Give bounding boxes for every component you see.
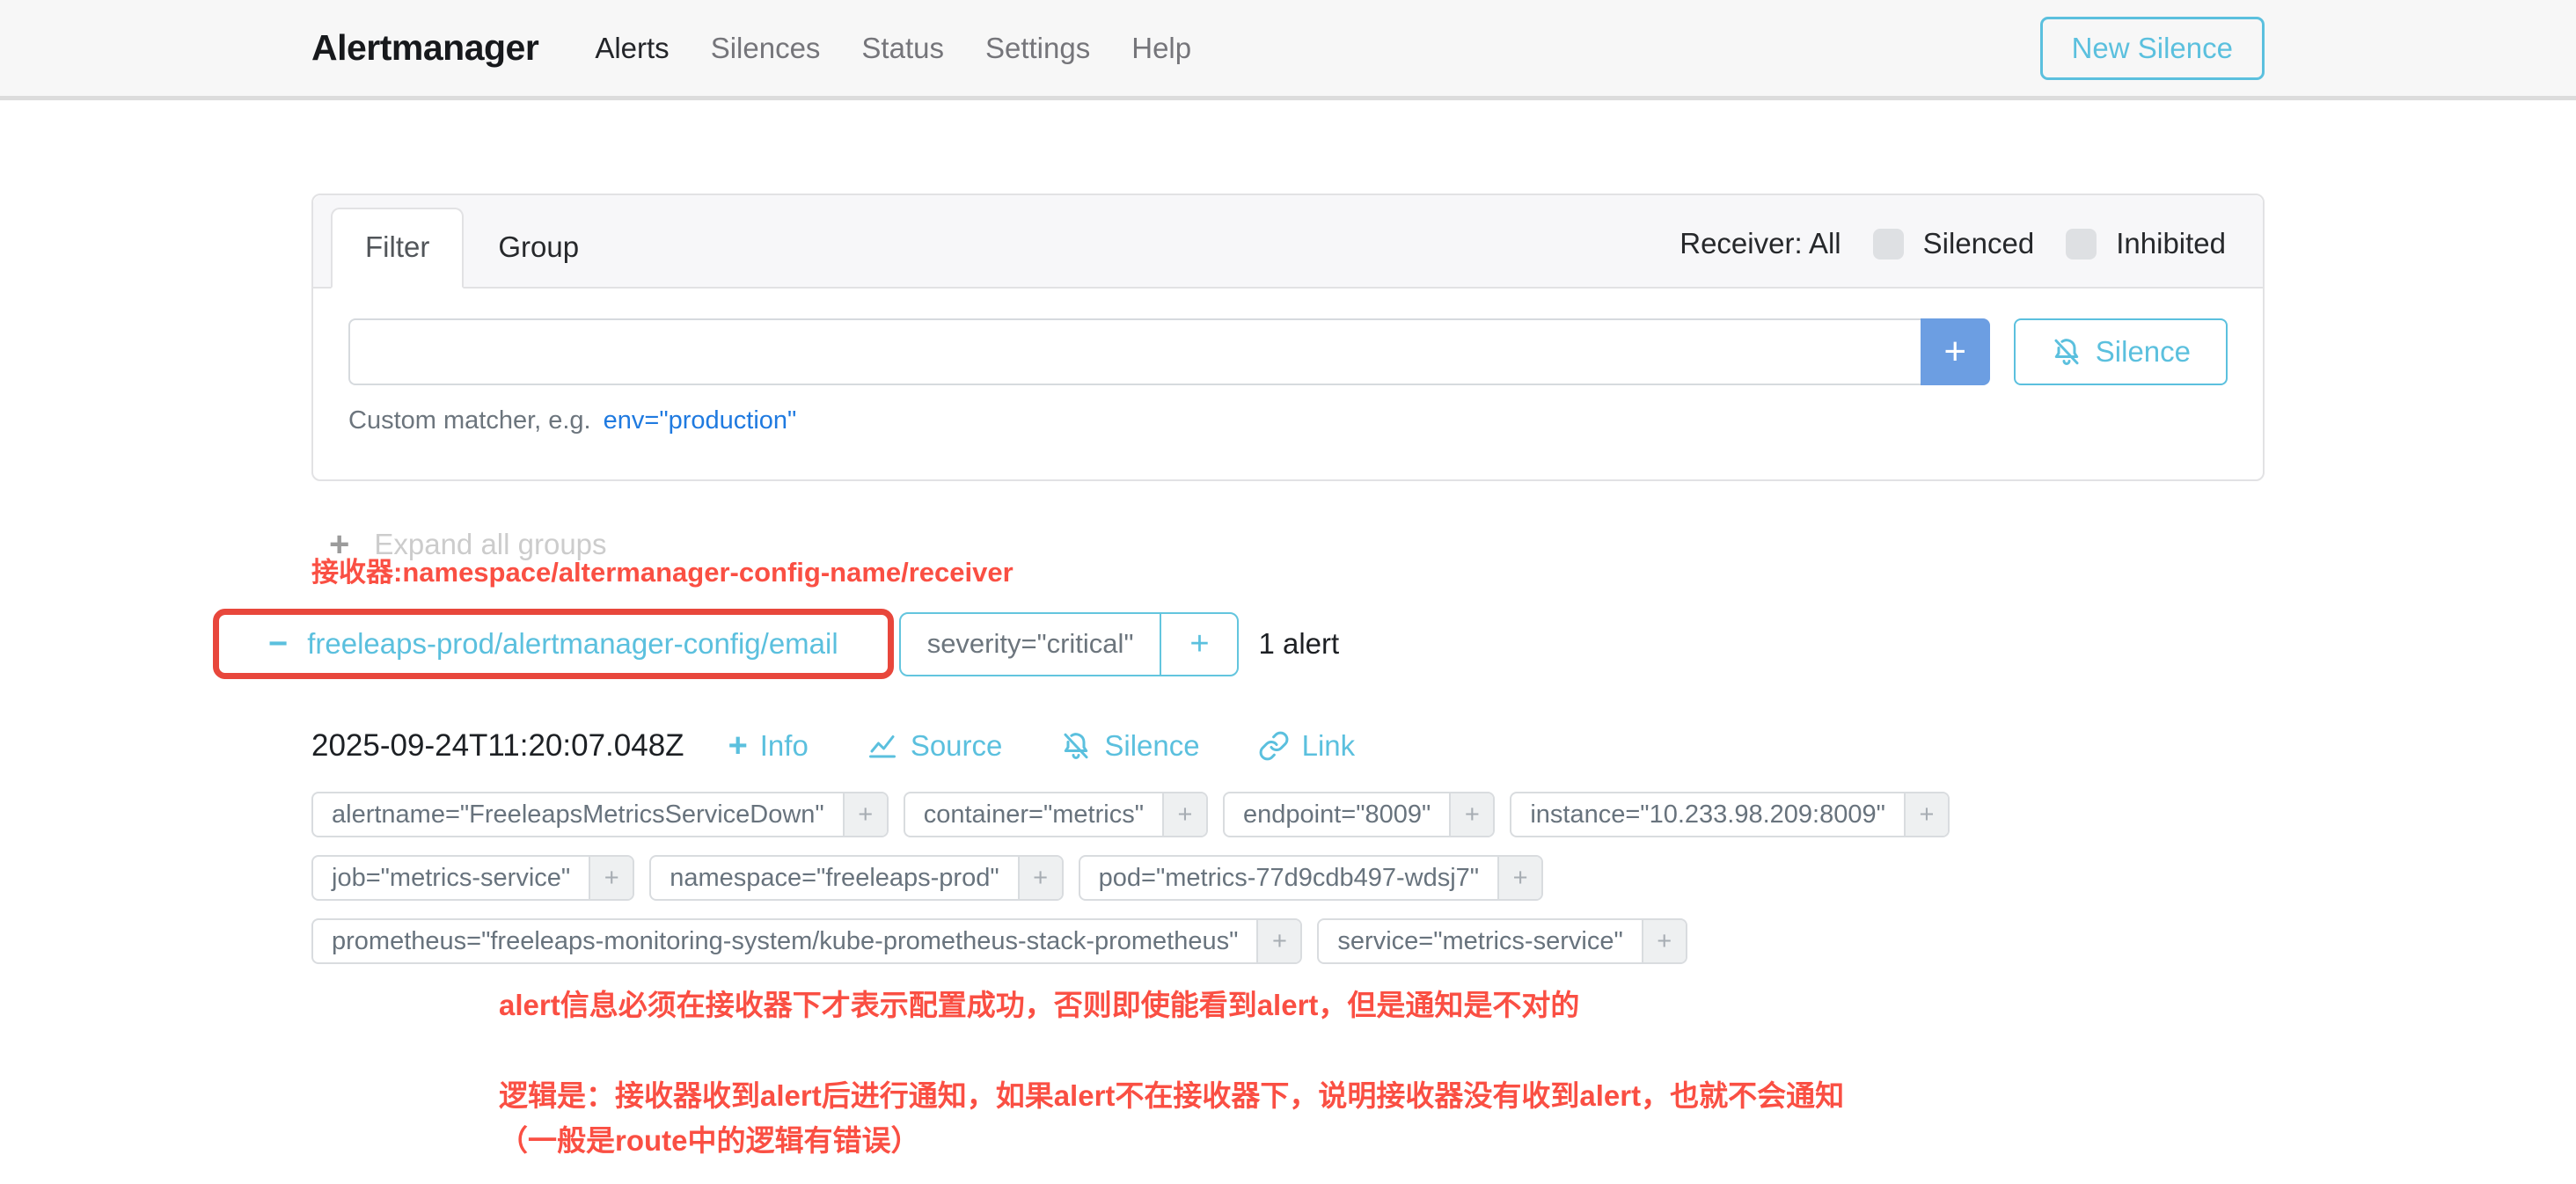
filter-card: Filter Group Receiver: All Silenced Inhi…	[311, 194, 2265, 481]
receiver-filter-label[interactable]: Receiver: All	[1680, 227, 1841, 260]
label-tag-add-button[interactable]: +	[1642, 920, 1686, 962]
tab-group[interactable]: Group	[464, 208, 613, 289]
alert-silence-button[interactable]: Silence	[1060, 729, 1199, 763]
silenced-checkbox-label: Silenced	[1923, 227, 2035, 260]
alert-count: 1 alert	[1258, 627, 1339, 661]
matcher-input[interactable]	[348, 318, 1921, 385]
label-tag-text: container="metrics"	[905, 793, 1162, 836]
label-tag-text: pod="metrics-77d9cdb497-wdsj7"	[1080, 857, 1497, 899]
group-matcher-label: severity="critical"	[901, 614, 1160, 675]
alert-link-button[interactable]: Link	[1258, 729, 1356, 763]
alert-item: 2025-09-24T11:20:07.048Z + Info Source	[311, 728, 2265, 964]
label-tag-add-button[interactable]: +	[589, 857, 633, 899]
receiver-group-label: freeleaps-prod/alertmanager-config/email	[307, 627, 838, 661]
alert-info-button[interactable]: + Info	[728, 729, 809, 763]
add-matcher-button[interactable]: +	[1921, 318, 1990, 385]
nav-item-alerts[interactable]: Alerts	[595, 32, 669, 65]
annotation-logic-explanation: 逻辑是：接收器收到alert后进行通知，如果alert不在接收器下，说明接收器没…	[499, 1073, 2265, 1163]
bell-slash-icon	[1060, 730, 1092, 762]
label-tag-add-button[interactable]: +	[1497, 857, 1541, 899]
matcher-example-link[interactable]: env="production"	[604, 406, 797, 435]
inhibited-filter: Inhibited	[2066, 227, 2226, 260]
silenced-filter: Silenced	[1873, 227, 2035, 260]
label-tag-add-button[interactable]: +	[1449, 793, 1493, 836]
collapse-minus-icon: −	[268, 627, 288, 661]
custom-matcher-hint: Custom matcher, e.g.	[348, 406, 591, 435]
label-tag: pod="metrics-77d9cdb497-wdsj7"+	[1079, 855, 1543, 901]
silence-matchers-button[interactable]: Silence	[2014, 318, 2228, 385]
filter-card-body: + Silence Custom matcher, e.g. env="prod…	[313, 289, 2263, 479]
receiver-group-button[interactable]: − freeleaps-prod/alertmanager-config/ema…	[213, 609, 894, 679]
receiver-annotation-text: 接收器:namespace/altermanager-config-name/r…	[311, 550, 2265, 589]
silenced-checkbox[interactable]	[1873, 229, 1904, 259]
label-tag-text: service="metrics-service"	[1319, 920, 1641, 962]
label-tag: namespace="freeleaps-prod"+	[649, 855, 1063, 901]
label-tag: container="metrics"+	[904, 792, 1208, 837]
tab-filter[interactable]: Filter	[331, 208, 464, 289]
label-tag: job="metrics-service"+	[311, 855, 634, 901]
label-tag: service="metrics-service"+	[1317, 918, 1687, 964]
alert-timestamp: 2025-09-24T11:20:07.048Z	[311, 728, 684, 764]
label-tag-add-button[interactable]: +	[843, 793, 887, 836]
nav-item-help[interactable]: Help	[1131, 32, 1191, 65]
label-tag-add-button[interactable]: +	[1018, 857, 1062, 899]
top-navbar: Alertmanager Alerts Silences Status Sett…	[0, 0, 2576, 100]
bell-slash-icon	[2051, 336, 2082, 368]
group-matcher-add-button[interactable]: +	[1160, 614, 1237, 675]
annotation-config-success: alert信息必须在接收器下才表示配置成功，否则即使能看到alert，但是通知是…	[499, 982, 2265, 1024]
label-tag-add-button[interactable]: +	[1162, 793, 1206, 836]
alert-labels: alertname="FreeleapsMetricsServiceDown"+…	[311, 792, 2265, 964]
alert-source-link[interactable]: Source	[867, 729, 1003, 763]
label-tag-text: instance="10.233.98.209:8009"	[1511, 793, 1904, 836]
nav-item-settings[interactable]: Settings	[985, 32, 1090, 65]
filter-card-header: Filter Group Receiver: All Silenced Inhi…	[313, 195, 2263, 289]
app-brand: Alertmanager	[311, 27, 538, 69]
alert-group-row: − freeleaps-prod/alertmanager-config/ema…	[213, 609, 2265, 679]
label-tag: alertname="FreeleapsMetricsServiceDown"+	[311, 792, 889, 837]
label-tag-text: job="metrics-service"	[313, 857, 589, 899]
label-tag-text: prometheus="freeleaps-monitoring-system/…	[313, 920, 1256, 962]
silence-button-label: Silence	[2096, 335, 2191, 369]
label-tag: endpoint="8009"+	[1223, 792, 1495, 837]
group-matcher-pill: severity="critical" +	[899, 612, 1240, 676]
label-tag-text: alertname="FreeleapsMetricsServiceDown"	[313, 793, 843, 836]
link-icon	[1258, 730, 1290, 762]
label-tag: prometheus="freeleaps-monitoring-system/…	[311, 918, 1302, 964]
label-tag-add-button[interactable]: +	[1904, 793, 1948, 836]
nav-item-silences[interactable]: Silences	[711, 32, 821, 65]
inhibited-checkbox[interactable]	[2066, 229, 2097, 259]
label-tag: instance="10.233.98.209:8009"+	[1510, 792, 1950, 837]
label-tag-text: namespace="freeleaps-prod"	[651, 857, 1017, 899]
main-nav: Alerts Silences Status Settings Help	[595, 32, 1191, 65]
nav-item-status[interactable]: Status	[861, 32, 944, 65]
label-tag-add-button[interactable]: +	[1256, 920, 1300, 962]
inhibited-checkbox-label: Inhibited	[2116, 227, 2226, 260]
chart-line-icon	[867, 730, 898, 762]
plus-icon: +	[728, 729, 748, 763]
new-silence-button[interactable]: New Silence	[2040, 17, 2265, 80]
label-tag-text: endpoint="8009"	[1225, 793, 1449, 836]
